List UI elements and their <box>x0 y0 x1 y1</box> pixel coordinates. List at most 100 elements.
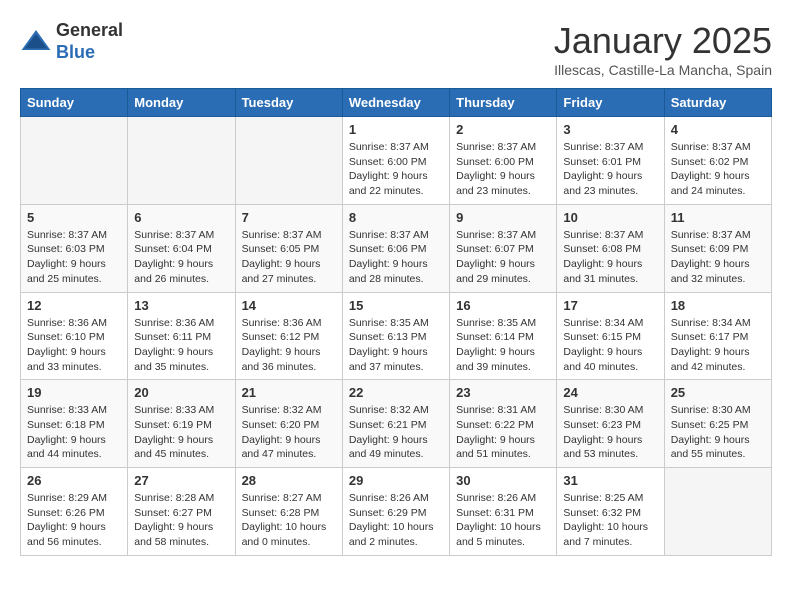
day-info: Sunrise: 8:30 AMSunset: 6:25 PMDaylight:… <box>671 403 765 462</box>
calendar-week-row: 19Sunrise: 8:33 AMSunset: 6:18 PMDayligh… <box>21 380 772 468</box>
day-info: Sunrise: 8:36 AMSunset: 6:12 PMDaylight:… <box>242 316 336 375</box>
day-info: Sunrise: 8:37 AMSunset: 6:00 PMDaylight:… <box>456 140 550 199</box>
calendar-cell: 23Sunrise: 8:31 AMSunset: 6:22 PMDayligh… <box>450 380 557 468</box>
day-number: 17 <box>563 298 657 313</box>
day-info: Sunrise: 8:34 AMSunset: 6:15 PMDaylight:… <box>563 316 657 375</box>
calendar-cell: 24 Sunrise: 8:30 AMSunset: 6:23 PMDayligh… <box>557 380 664 468</box>
calendar-cell: 15Sunrise: 8:35 AMSunset: 6:13 PMDayligh… <box>342 292 449 380</box>
day-number: 22 <box>349 385 443 400</box>
weekday-header-friday: Friday <box>557 89 664 117</box>
day-number: 29 <box>349 473 443 488</box>
day-info: Sunrise: 8:36 AMSunset: 6:11 PMDaylight:… <box>134 316 228 375</box>
day-info: Sunrise: 8:33 AMSunset: 6:19 PMDaylight:… <box>134 403 228 462</box>
weekday-header-saturday: Saturday <box>664 89 771 117</box>
title-block: January 2025 Illescas, Castille-La Manch… <box>554 20 772 78</box>
day-info: Sunrise: 8:37 AMSunset: 6:00 PMDaylight:… <box>349 140 443 199</box>
day-number: 4 <box>671 122 765 137</box>
calendar-table: SundayMondayTuesdayWednesdayThursdayFrid… <box>20 88 772 556</box>
day-info: Sunrise: 8:35 AMSunset: 6:14 PMDaylight:… <box>456 316 550 375</box>
day-number: 11 <box>671 210 765 225</box>
day-info: Sunrise: 8:32 AMSunset: 6:21 PMDaylight:… <box>349 403 443 462</box>
day-number: 13 <box>134 298 228 313</box>
day-info: Sunrise: 8:29 AMSunset: 6:26 PMDaylight:… <box>27 491 121 550</box>
weekday-header-row: SundayMondayTuesdayWednesdayThursdayFrid… <box>21 89 772 117</box>
day-number: 27 <box>134 473 228 488</box>
day-number: 2 <box>456 122 550 137</box>
day-info: Sunrise: 8:37 AMSunset: 6:08 PMDaylight:… <box>563 228 657 287</box>
day-number: 31 <box>563 473 657 488</box>
calendar-cell: 19Sunrise: 8:33 AMSunset: 6:18 PMDayligh… <box>21 380 128 468</box>
calendar-cell: 20 Sunrise: 8:33 AMSunset: 6:19 PMDayligh… <box>128 380 235 468</box>
day-number: 6 <box>134 210 228 225</box>
day-number: 9 <box>456 210 550 225</box>
day-number: 1 <box>349 122 443 137</box>
calendar-cell <box>664 468 771 556</box>
day-number: 14 <box>242 298 336 313</box>
calendar-cell: 8 Sunrise: 8:37 AMSunset: 6:06 PMDaylight… <box>342 204 449 292</box>
day-number: 26 <box>27 473 121 488</box>
weekday-header-wednesday: Wednesday <box>342 89 449 117</box>
weekday-header-sunday: Sunday <box>21 89 128 117</box>
calendar-cell <box>128 117 235 205</box>
day-number: 19 <box>27 385 121 400</box>
day-info: Sunrise: 8:26 AMSunset: 6:31 PMDaylight:… <box>456 491 550 550</box>
calendar-cell: 5 Sunrise: 8:37 AMSunset: 6:03 PMDaylight… <box>21 204 128 292</box>
day-number: 8 <box>349 210 443 225</box>
logo-icon <box>20 26 52 58</box>
day-info: Sunrise: 8:37 AMSunset: 6:04 PMDaylight:… <box>134 228 228 287</box>
day-number: 20 <box>134 385 228 400</box>
calendar-cell: 29Sunrise: 8:26 AMSunset: 6:29 PMDayligh… <box>342 468 449 556</box>
calendar-cell: 2 Sunrise: 8:37 AMSunset: 6:00 PMDaylight… <box>450 117 557 205</box>
calendar-cell: 22 Sunrise: 8:32 AMSunset: 6:21 PMDayligh… <box>342 380 449 468</box>
calendar-week-row: 1 Sunrise: 8:37 AMSunset: 6:00 PMDaylight… <box>21 117 772 205</box>
calendar-cell: 3 Sunrise: 8:37 AMSunset: 6:01 PMDaylight… <box>557 117 664 205</box>
day-number: 7 <box>242 210 336 225</box>
day-info: Sunrise: 8:37 AMSunset: 6:01 PMDaylight:… <box>563 140 657 199</box>
calendar-cell <box>21 117 128 205</box>
calendar-cell: 17 Sunrise: 8:34 AMSunset: 6:15 PMDayligh… <box>557 292 664 380</box>
day-number: 30 <box>456 473 550 488</box>
calendar-cell: 28 Sunrise: 8:27 AMSunset: 6:28 PMDayligh… <box>235 468 342 556</box>
day-info: Sunrise: 8:30 AMSunset: 6:23 PMDaylight:… <box>563 403 657 462</box>
day-number: 25 <box>671 385 765 400</box>
day-number: 10 <box>563 210 657 225</box>
calendar-cell: 21Sunrise: 8:32 AMSunset: 6:20 PMDayligh… <box>235 380 342 468</box>
day-info: Sunrise: 8:31 AMSunset: 6:22 PMDaylight:… <box>456 403 550 462</box>
day-info: Sunrise: 8:37 AMSunset: 6:06 PMDaylight:… <box>349 228 443 287</box>
calendar-week-row: 26 Sunrise: 8:29 AMSunset: 6:26 PMDayligh… <box>21 468 772 556</box>
day-number: 24 <box>563 385 657 400</box>
weekday-header-monday: Monday <box>128 89 235 117</box>
day-number: 28 <box>242 473 336 488</box>
calendar-cell: 16 Sunrise: 8:35 AMSunset: 6:14 PMDayligh… <box>450 292 557 380</box>
day-number: 16 <box>456 298 550 313</box>
weekday-header-tuesday: Tuesday <box>235 89 342 117</box>
calendar-week-row: 5 Sunrise: 8:37 AMSunset: 6:03 PMDaylight… <box>21 204 772 292</box>
calendar-cell <box>235 117 342 205</box>
day-info: Sunrise: 8:37 AMSunset: 6:09 PMDaylight:… <box>671 228 765 287</box>
month-title: January 2025 <box>554 20 772 62</box>
day-info: Sunrise: 8:37 AMSunset: 6:05 PMDaylight:… <box>242 228 336 287</box>
calendar-cell: 1 Sunrise: 8:37 AMSunset: 6:00 PMDaylight… <box>342 117 449 205</box>
calendar-cell: 13 Sunrise: 8:36 AMSunset: 6:11 PMDayligh… <box>128 292 235 380</box>
day-info: Sunrise: 8:28 AMSunset: 6:27 PMDaylight:… <box>134 491 228 550</box>
calendar-cell: 4Sunrise: 8:37 AMSunset: 6:02 PMDaylight… <box>664 117 771 205</box>
day-number: 21 <box>242 385 336 400</box>
day-number: 5 <box>27 210 121 225</box>
day-info: Sunrise: 8:34 AMSunset: 6:17 PMDaylight:… <box>671 316 765 375</box>
day-number: 3 <box>563 122 657 137</box>
day-info: Sunrise: 8:36 AMSunset: 6:10 PMDaylight:… <box>27 316 121 375</box>
calendar-cell: 12Sunrise: 8:36 AMSunset: 6:10 PMDayligh… <box>21 292 128 380</box>
day-info: Sunrise: 8:27 AMSunset: 6:28 PMDaylight:… <box>242 491 336 550</box>
location-subtitle: Illescas, Castille-La Mancha, Spain <box>554 62 772 78</box>
logo-text: General Blue <box>56 20 123 63</box>
calendar-cell: 6 Sunrise: 8:37 AMSunset: 6:04 PMDaylight… <box>128 204 235 292</box>
calendar-cell: 9Sunrise: 8:37 AMSunset: 6:07 PMDaylight… <box>450 204 557 292</box>
day-info: Sunrise: 8:37 AMSunset: 6:03 PMDaylight:… <box>27 228 121 287</box>
logo: General Blue <box>20 20 123 63</box>
page-header: General Blue January 2025 Illescas, Cast… <box>20 20 772 78</box>
calendar-cell: 14 Sunrise: 8:36 AMSunset: 6:12 PMDayligh… <box>235 292 342 380</box>
calendar-cell: 27 Sunrise: 8:28 AMSunset: 6:27 PMDayligh… <box>128 468 235 556</box>
calendar-cell: 26 Sunrise: 8:29 AMSunset: 6:26 PMDayligh… <box>21 468 128 556</box>
calendar-cell: 7 Sunrise: 8:37 AMSunset: 6:05 PMDaylight… <box>235 204 342 292</box>
day-info: Sunrise: 8:35 AMSunset: 6:13 PMDaylight:… <box>349 316 443 375</box>
